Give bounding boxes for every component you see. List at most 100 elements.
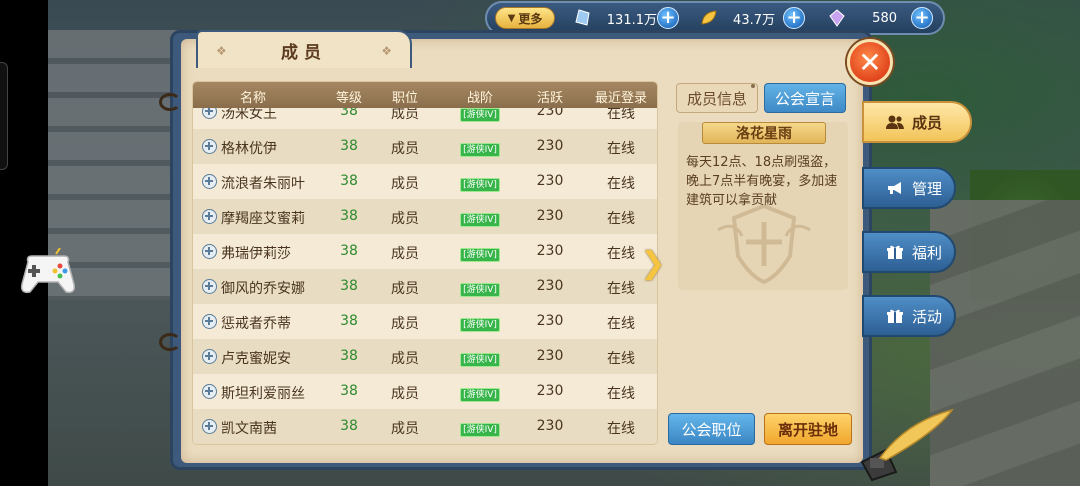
declaration-text: 每天12点、18点刷强盗，晚上7点半有晚宴，多加速建筑可以拿贡献 (686, 155, 838, 208)
add-friend-icon[interactable] (202, 174, 217, 189)
side-tab-manage-label: 管理 (912, 179, 943, 198)
member-level: 38 (340, 243, 358, 259)
leave-station-label: 离开驻地 (777, 420, 838, 439)
member-last-login: 在线 (607, 108, 635, 122)
member-role: 成员 (391, 281, 419, 297)
add-friend-icon[interactable] (202, 209, 217, 224)
ring-binder (159, 333, 181, 351)
notification-dot (751, 84, 755, 88)
member-last-login: 在线 (607, 141, 635, 157)
member-role: 成员 (391, 141, 419, 157)
member-activity: 230 (536, 138, 564, 154)
member-role: 成员 (391, 246, 419, 262)
plus-icon: + (786, 7, 802, 28)
table-row[interactable]: 惩戒者乔蒂 38 成员 [游侠IV] 230 在线 (193, 304, 657, 339)
gold-leaf-icon (701, 10, 717, 25)
member-level: 38 (340, 173, 358, 189)
add-friend-icon[interactable] (202, 384, 217, 399)
add-gold-button[interactable]: + (783, 7, 805, 29)
member-name: 惩戒者乔蒂 (221, 316, 291, 332)
table-body: 汤米女王 38 成员 [游侠IV] 230 在线 格林优伊 38 成员 [游侠I… (193, 108, 657, 444)
table-row[interactable]: 御风的乔安娜 38 成员 [游侠IV] 230 在线 (193, 269, 657, 304)
member-last-login: 在线 (607, 386, 635, 402)
gem-amount: 580 (872, 10, 897, 26)
table-row[interactable]: 摩羯座艾蜜莉 38 成员 [游侠IV] 230 在线 (193, 199, 657, 234)
member-rank: [游侠IV] (458, 420, 502, 437)
gold-amount: 43.7万 (733, 12, 775, 28)
member-name: 流浪者朱丽叶 (221, 176, 305, 192)
side-tab-welfare[interactable]: 福利 (862, 231, 956, 273)
left-edge-handle[interactable] (0, 62, 8, 170)
member-rank: [游侠IV] (458, 385, 502, 402)
member-last-login: 在线 (607, 176, 635, 192)
add-crystal-button[interactable]: + (657, 7, 679, 29)
member-name: 弗瑞伊莉莎 (221, 246, 291, 262)
member-last-login: 在线 (607, 421, 635, 437)
member-activity: 230 (536, 313, 564, 329)
add-friend-icon[interactable] (202, 139, 217, 154)
panel-title: 成员 (281, 42, 327, 63)
member-level: 38 (340, 348, 358, 364)
add-friend-icon[interactable] (202, 108, 217, 119)
table-row[interactable]: 格林优伊 38 成员 [游侠IV] 230 在线 (193, 129, 657, 164)
add-friend-icon[interactable] (202, 314, 217, 329)
table-row[interactable]: 卢克蜜妮安 38 成员 [游侠IV] 230 在线 (193, 339, 657, 374)
panel-title-tab: ❖ 成员 ❖ (196, 30, 412, 68)
member-rank: [游侠IV] (458, 175, 502, 192)
member-activity: 230 (536, 383, 564, 399)
quill-inkwell-icon (860, 408, 954, 482)
table-row[interactable]: 弗瑞伊莉莎 38 成员 [游侠IV] 230 在线 (193, 234, 657, 269)
guild-position-button[interactable]: 公会职位 (668, 413, 755, 445)
gamepad-icon[interactable] (18, 247, 78, 296)
more-button[interactable]: ▼ 更多 (495, 7, 555, 29)
chevron-right-icon[interactable]: ❯ (640, 246, 666, 281)
rank-badge: [游侠IV] (460, 423, 500, 437)
member-rank: [游侠IV] (458, 280, 502, 297)
megaphone-icon (888, 182, 901, 194)
table-row[interactable]: 流浪者朱丽叶 38 成员 [游侠IV] 230 在线 (193, 164, 657, 199)
tab-member-info[interactable]: 成员信息 (676, 83, 758, 113)
table-row[interactable]: 斯坦利爱丽丝 38 成员 [游侠IV] 230 在线 (193, 374, 657, 409)
member-last-login: 在线 (607, 351, 635, 367)
add-friend-icon[interactable] (202, 349, 217, 364)
side-tab-members[interactable]: 成员 (862, 101, 972, 143)
close-button[interactable]: ✕ (847, 39, 893, 85)
member-rank: [游侠IV] (458, 210, 502, 227)
member-role: 成员 (391, 421, 419, 437)
member-activity: 230 (536, 173, 564, 189)
rank-badge: [游侠IV] (460, 283, 500, 297)
member-name: 斯坦利爱丽丝 (221, 386, 305, 402)
add-friend-icon[interactable] (202, 279, 217, 294)
member-last-login: 在线 (607, 211, 635, 227)
side-tab-manage[interactable]: 管理 (862, 167, 956, 209)
table-header: 名称 等级 职位 战阶 活跃 最近登录 (193, 82, 657, 108)
gift-icon (887, 309, 903, 323)
rank-badge: [游侠IV] (460, 353, 500, 367)
table-row[interactable]: 汤米女王 38 成员 [游侠IV] 230 在线 (193, 108, 657, 129)
gem-icon (829, 9, 845, 27)
member-activity: 230 (536, 108, 564, 119)
add-friend-icon[interactable] (202, 419, 217, 434)
side-tab-activity[interactable]: 活动 (862, 295, 956, 337)
member-rank: [游侠IV] (458, 108, 502, 122)
header-role: 职位 (391, 91, 418, 106)
member-name: 格林优伊 (221, 141, 277, 157)
members-table: 名称 等级 职位 战阶 活跃 最近登录 汤米女王 38 成员 [游侠IV] 23… (193, 82, 657, 444)
member-level: 38 (340, 138, 358, 154)
member-rank: [游侠IV] (458, 315, 502, 332)
add-friend-icon[interactable] (202, 244, 217, 259)
plus-icon: + (914, 7, 930, 28)
header-name: 名称 (239, 91, 266, 106)
member-activity: 230 (536, 418, 564, 434)
leave-station-button[interactable]: 离开驻地 (764, 413, 852, 445)
more-button-label: 更多 (518, 11, 543, 26)
table-row[interactable]: 凯文南茜 38 成员 [游侠IV] 230 在线 (193, 409, 657, 444)
member-role: 成员 (391, 211, 419, 227)
rank-badge: [游侠IV] (460, 388, 500, 402)
add-gem-button[interactable]: + (911, 7, 933, 29)
declaration-title: 洛花星雨 (702, 122, 826, 144)
members-icon (886, 115, 904, 129)
member-name: 汤米女王 (221, 108, 277, 122)
member-name: 凯文南茜 (221, 421, 277, 437)
tab-guild-declaration[interactable]: 公会宣言 (764, 83, 846, 113)
